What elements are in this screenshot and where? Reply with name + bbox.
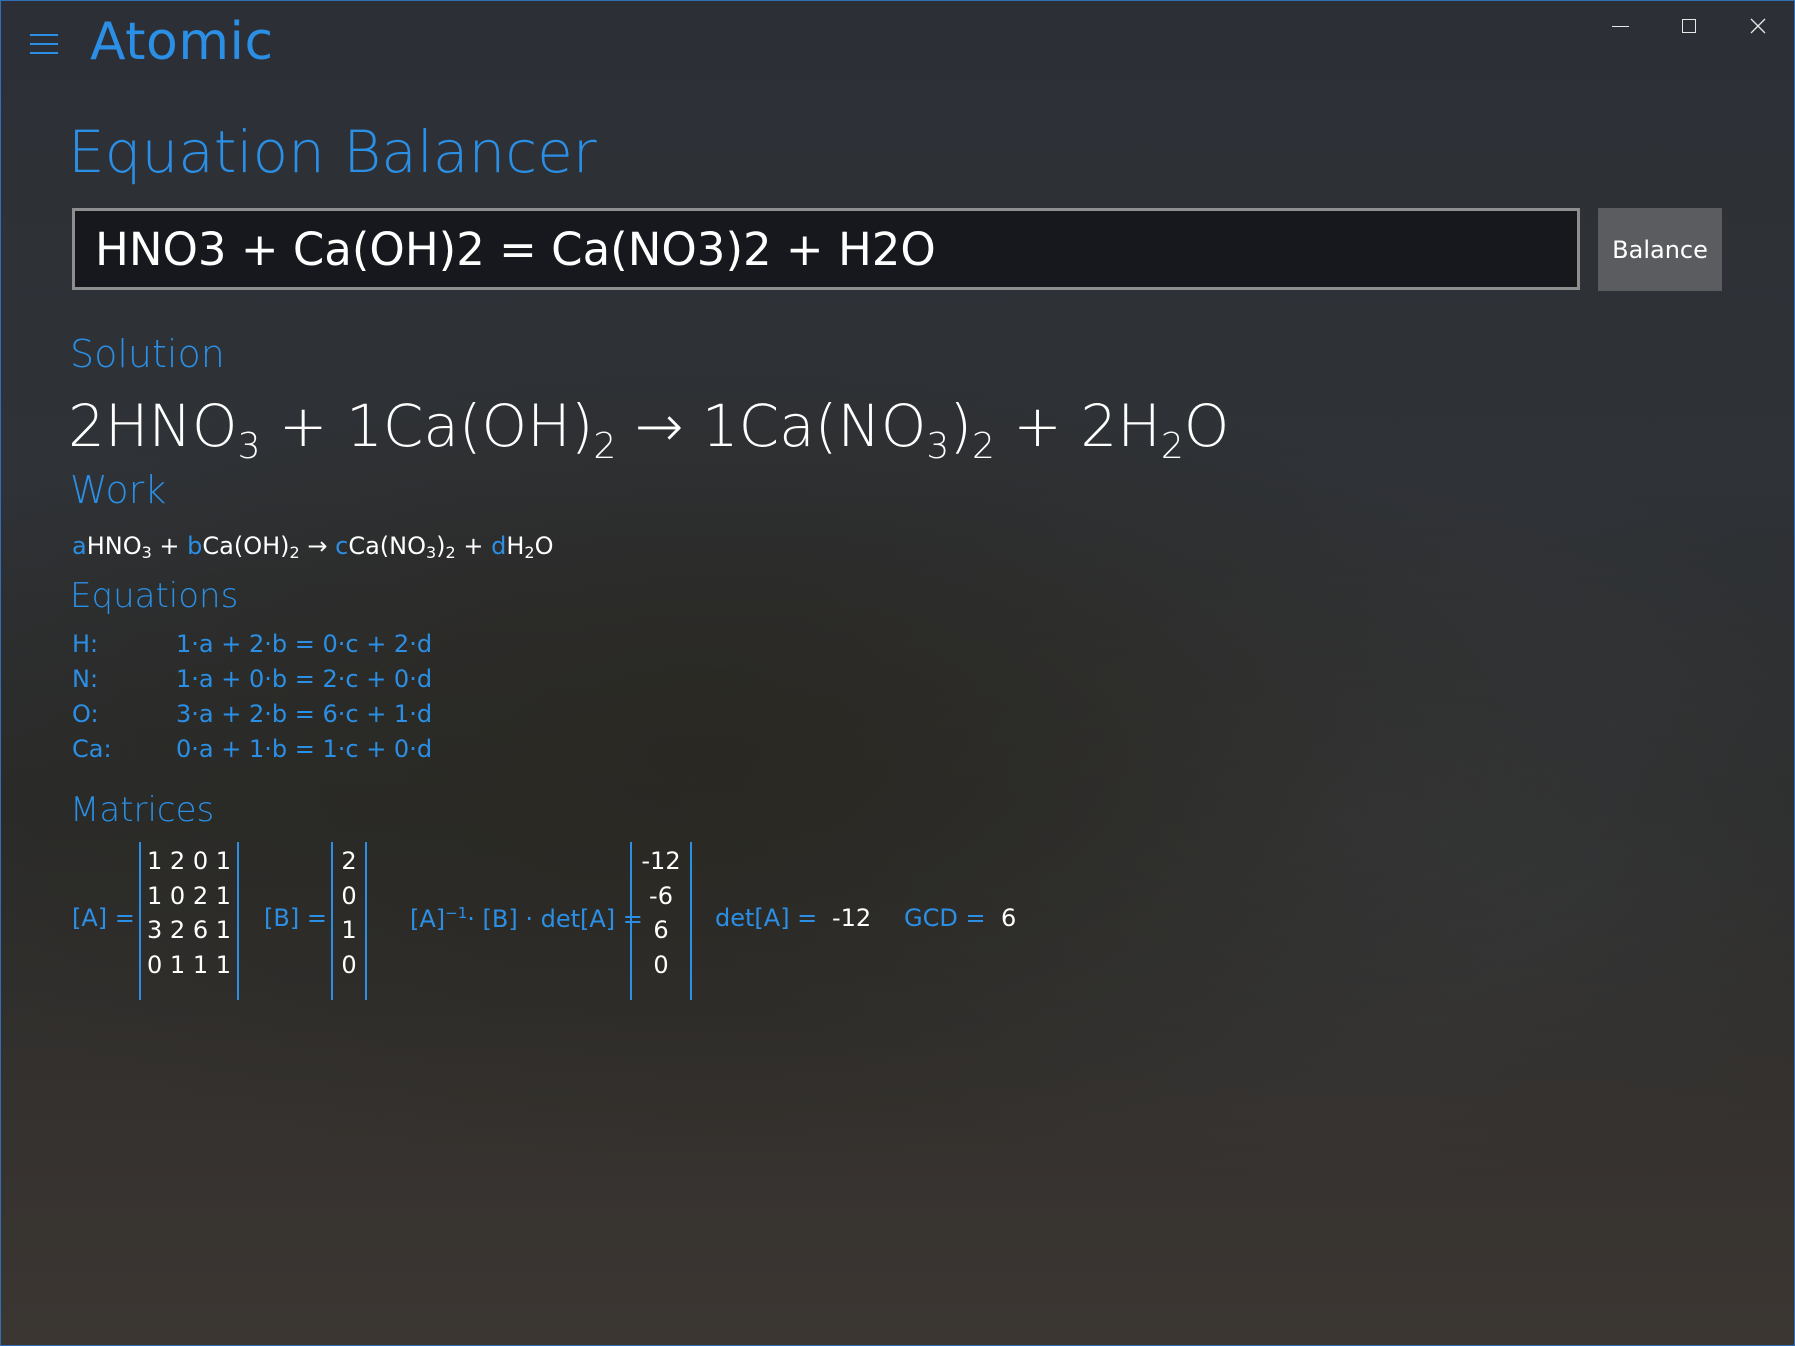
matrix-row: 0 1 1 1 [147,950,231,979]
matrix-row: 1 [341,916,357,944]
app-title: Atomic [90,12,274,72]
matrix-row: -6 [649,881,673,910]
equation-expression: 3·a + 2·b = 6·c + 1·d [176,700,433,728]
equations-label: Equations [70,576,239,616]
matrices-label: Matrices [70,790,215,830]
matrix-b-label: [B] = [264,904,327,932]
solution-equation: 2HNO3 + 1Ca(OH)2 → 1Ca(NO3)2 + 2H2O [68,392,1230,467]
equation-element: Ca: [72,735,112,763]
product-matrix: -12 -6 6 0 [630,842,692,1000]
matrix-row: 1 0 2 1 [147,881,231,910]
matrix-row: 6 [653,916,669,944]
matrix-b: 2 0 1 0 [331,842,367,1000]
product-label-pre: [A] [410,905,446,933]
maximize-icon[interactable] [1661,8,1717,44]
matrix-a: 1 2 0 1 1 0 2 1 3 2 6 1 0 1 1 1 [139,842,239,1000]
matrix-row: 0 [653,950,669,979]
minimize-icon[interactable] [1592,8,1648,44]
product-label-post: · [B] · det[A] = [467,905,643,933]
equation-element: H: [72,630,99,658]
matrix-row: 2 [341,847,357,875]
inverse-exponent: −1 [445,904,468,922]
equation-element: O: [72,700,99,728]
gcd-value: 6 [1001,904,1017,932]
close-icon[interactable] [1730,8,1786,44]
solution-label: Solution [70,332,225,376]
matrix-row: 0 [341,950,357,979]
page-title: Equation Balancer [68,118,597,186]
matrix-row: 3 2 6 1 [147,916,231,944]
matrix-row: -12 [641,847,681,875]
product-label: [A]−1· [B] · det[A] = [410,904,643,933]
det-value: -12 [832,904,872,932]
balance-button[interactable]: Balance [1598,208,1722,291]
equation-expression: 1·a + 2·b = 0·c + 2·d [176,630,433,658]
equation-element: N: [72,665,99,693]
equation-input[interactable] [72,208,1580,290]
gcd-label: GCD = [904,904,986,932]
equation-expression: 0·a + 1·b = 1·c + 0·d [176,735,433,763]
work-equation: aHNO3 + bCa(OH)2 → cCa(NO3)2 + dH2O [72,532,554,562]
matrix-row: 1 2 0 1 [147,847,231,875]
matrix-a-label: [A] = [72,904,135,932]
matrix-row: 0 [341,881,357,910]
work-label: Work [70,468,167,512]
equation-expression: 1·a + 0·b = 2·c + 0·d [176,665,433,693]
det-label: det[A] = [715,904,818,932]
hamburger-menu-icon[interactable] [30,34,58,54]
